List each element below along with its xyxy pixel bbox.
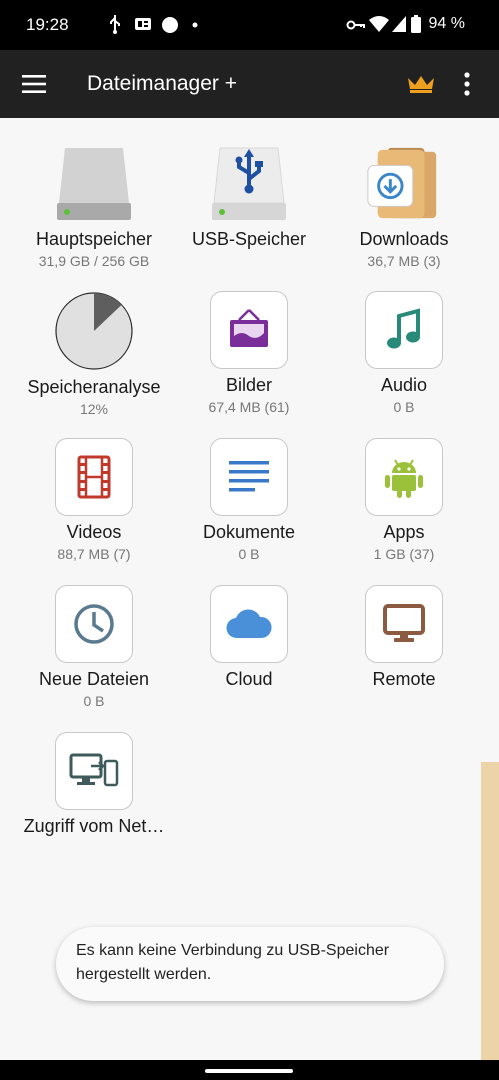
music-note-icon (365, 291, 443, 369)
android-icon (365, 438, 443, 516)
tile-downloads[interactable]: Downloads 36,7 MB (3) (324, 143, 484, 269)
tile-usb-storage[interactable]: USB-Speicher (169, 143, 329, 250)
battery-icon (411, 15, 421, 33)
tile-label: Speicheranalyse (27, 377, 161, 397)
tile-main-storage[interactable]: Hauptspeicher 31,9 GB / 256 GB (14, 143, 174, 269)
tile-label: USB-Speicher (191, 229, 307, 249)
tile-label: Hauptspeicher (35, 229, 153, 249)
tile-recent-files[interactable]: Neue Dateien 0 B (14, 585, 174, 709)
tile-network-access[interactable]: Zugriff vom Net… (14, 732, 174, 837)
usb-drive-icon (209, 143, 289, 223)
tile-subtitle: 12% (79, 401, 109, 417)
more-options-icon[interactable] (462, 70, 472, 98)
wifi-icon (369, 16, 389, 32)
tile-apps[interactable]: Apps 1 GB (37) (324, 438, 484, 562)
clock-icon (55, 585, 133, 663)
tile-label: Bilder (225, 375, 273, 395)
toast-message: Es kann keine Verbindung zu USB-Speicher… (56, 927, 444, 1001)
downloads-folder-icon (364, 143, 444, 223)
tile-subtitle: 0 B (238, 546, 260, 562)
tile-audio[interactable]: Audio 0 B (324, 291, 484, 415)
tile-subtitle: 1 GB (37) (373, 546, 435, 562)
drive-icon (54, 143, 134, 223)
navigation-bar (0, 1060, 499, 1080)
tile-label: Remote (372, 669, 436, 689)
tile-label: Dokumente (202, 522, 296, 542)
tile-subtitle: 36,7 MB (3) (367, 253, 441, 269)
tile-subtitle: 31,9 GB / 256 GB (38, 253, 150, 269)
home-gesture-handle[interactable] (205, 1069, 293, 1073)
tile-subtitle: 0 B (393, 399, 415, 415)
tile-subtitle: 0 B (83, 693, 105, 709)
usb-status-icon (110, 15, 120, 34)
document-lines-icon (210, 438, 288, 516)
tile-subtitle: 88,7 MB (7) (57, 546, 131, 562)
devices-icon (55, 732, 133, 810)
app-bar: Dateimanager + (0, 50, 499, 118)
crown-premium-icon[interactable] (406, 74, 436, 94)
tile-label: Neue Dateien (38, 669, 150, 689)
sim-card-icon (135, 18, 151, 30)
status-time: 19:28 (26, 15, 69, 34)
tile-pictures[interactable]: Bilder 67,4 MB (61) (169, 291, 329, 415)
tile-label: Audio (380, 375, 428, 395)
signal-icon (392, 16, 406, 32)
film-strip-icon (55, 438, 133, 516)
tile-label: Downloads (359, 229, 449, 249)
tile-remote[interactable]: Remote (324, 585, 484, 690)
notification-dot-icon (192, 22, 198, 28)
app-title: Dateimanager + (87, 72, 238, 95)
scroll-handle[interactable] (481, 762, 499, 1060)
tile-subtitle: 67,4 MB (61) (208, 399, 290, 415)
tile-label: Cloud (225, 669, 273, 689)
tile-label: Videos (66, 522, 122, 542)
notification-circle-icon (162, 17, 178, 33)
status-bar: 19:28 94 % (0, 0, 499, 50)
tile-videos[interactable]: Videos 88,7 MB (7) (14, 438, 174, 562)
tile-cloud[interactable]: Cloud (169, 585, 329, 690)
hamburger-menu-icon[interactable] (20, 72, 48, 96)
tile-storage-analysis[interactable]: Speicheranalyse 12% (14, 291, 174, 417)
monitor-icon (365, 585, 443, 663)
pictures-icon (210, 291, 288, 369)
battery-percent: 94 % (428, 15, 465, 32)
pie-chart-icon (54, 291, 134, 371)
vpn-key-icon (346, 20, 365, 30)
cloud-icon (210, 585, 288, 663)
tile-documents[interactable]: Dokumente 0 B (169, 438, 329, 562)
tile-label: Apps (383, 522, 425, 542)
tile-label: Zugriff vom Net… (23, 816, 165, 836)
